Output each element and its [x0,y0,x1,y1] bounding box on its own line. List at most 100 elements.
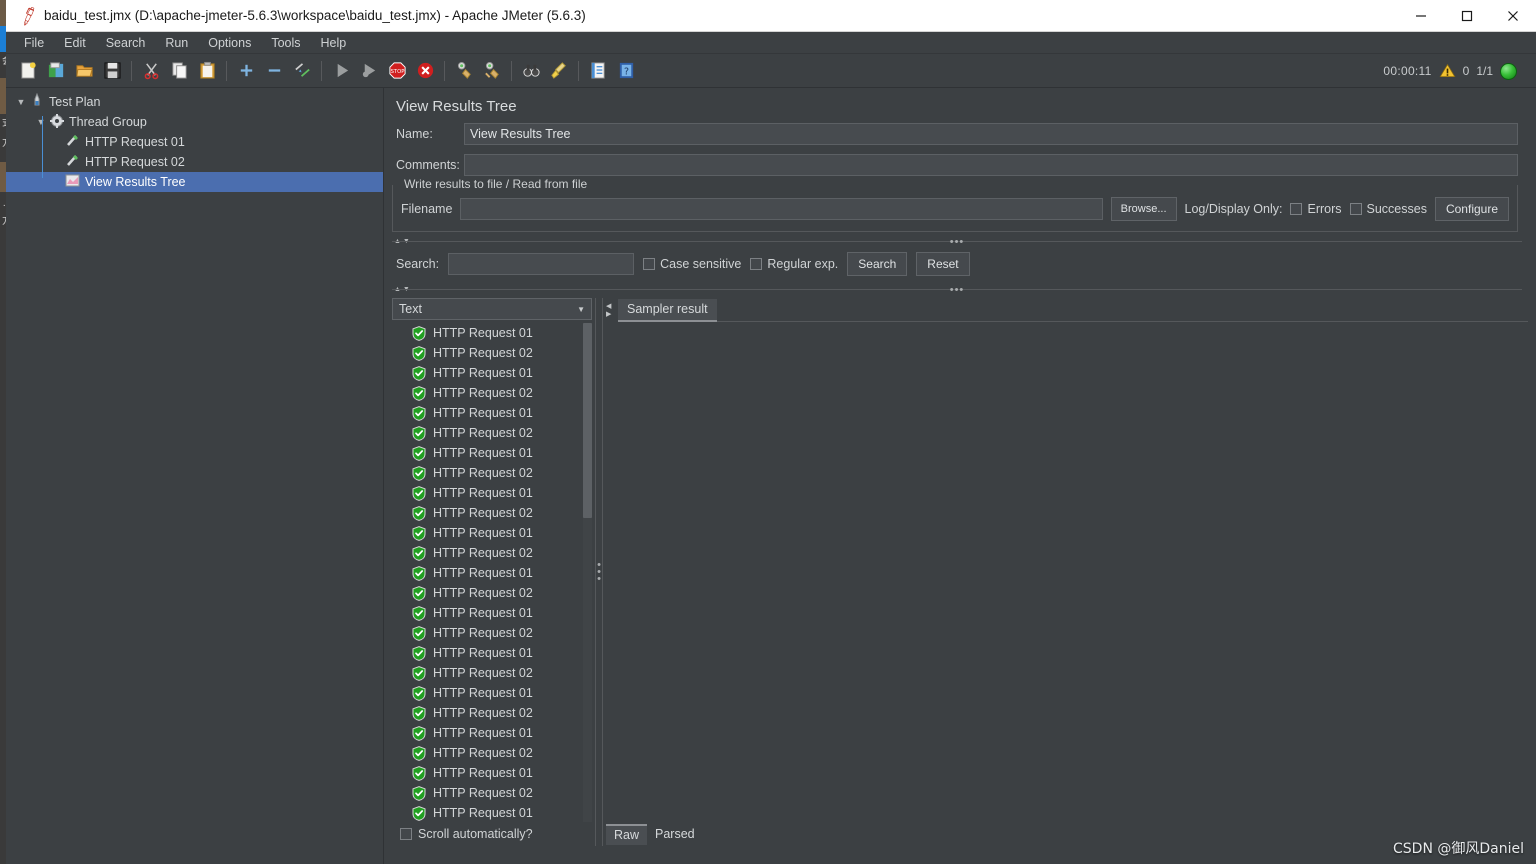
result-list-item[interactable]: HTTP Request 02 [392,383,592,403]
result-list-scroll-thumb[interactable] [583,323,592,518]
successes-checkbox[interactable] [1349,203,1362,215]
close-icon[interactable] [1490,0,1536,32]
new-document-icon[interactable] [14,57,42,85]
result-list-item[interactable]: HTTP Request 02 [392,783,592,803]
shutdown-x-icon[interactable] [411,57,439,85]
splitter-grip-icon[interactable]: ••• [950,284,965,295]
stop-sign-icon[interactable]: STOP [383,57,411,85]
errors-checkbox[interactable] [1290,203,1303,215]
menu-item-run[interactable]: Run [155,34,198,52]
tab-sampler-result[interactable]: Sampler result [618,299,717,322]
minus-icon[interactable] [260,57,288,85]
renderer-combo[interactable]: Text ▼ [392,298,592,320]
result-list-item[interactable]: HTTP Request 01 [392,403,592,423]
tree-node-view-results-tree[interactable]: View Results Tree [6,172,383,192]
search-input[interactable] [448,253,635,275]
clear-all-broom-icon[interactable] [478,57,506,85]
scroll-automatically-checkbox[interactable] [400,828,412,840]
toggle-pencil-icon[interactable] [288,57,316,85]
result-list-item[interactable]: HTTP Request 01 [392,803,592,822]
result-list-item[interactable]: HTTP Request 01 [392,723,592,743]
tab-raw[interactable]: Raw [606,823,648,845]
result-list-item[interactable]: HTTP Request 02 [392,623,592,643]
result-list-item[interactable]: HTTP Request 01 [392,323,592,343]
open-folder-icon[interactable] [70,57,98,85]
warning-triangle-icon[interactable] [1439,63,1456,79]
maximize-icon[interactable] [1444,0,1490,32]
tree-node-http-request-01[interactable]: HTTP Request 01 [6,132,383,152]
splitter-results[interactable]: ▲▼ ••• [392,283,1522,296]
reset-broom-icon[interactable] [545,57,573,85]
search-button[interactable]: Search [847,252,908,276]
scroll-automatically-wrap[interactable]: Scroll automatically? [392,822,592,846]
result-list-item[interactable]: HTTP Request 02 [392,743,592,763]
result-list-item[interactable]: HTTP Request 01 [392,563,592,583]
clipboard-icon[interactable] [193,57,221,85]
plus-icon[interactable] [232,57,260,85]
scissors-icon[interactable] [137,57,165,85]
regular-exp-checkbox[interactable] [750,258,763,270]
result-list-item[interactable]: HTTP Request 02 [392,583,592,603]
chevron-down-icon[interactable]: ▼ [34,117,48,127]
menu-item-options[interactable]: Options [198,34,261,52]
errors-checkbox-wrap[interactable]: Errors [1290,202,1342,216]
help-book-icon[interactable]: ? [612,57,640,85]
clear-broom-icon[interactable] [450,57,478,85]
splitter-search[interactable]: ▲▼ ••• [392,235,1522,248]
filename-input[interactable] [460,198,1103,220]
chevron-down-icon[interactable]: ▼ [14,97,28,107]
function-list-icon[interactable] [584,57,612,85]
name-input[interactable]: View Results Tree [464,123,1518,145]
result-list-item[interactable]: HTTP Request 02 [392,503,592,523]
result-list-item[interactable]: HTTP Request 02 [392,423,592,443]
configure-button[interactable]: Configure [1434,197,1509,221]
chevron-down-icon[interactable]: ▼ [577,305,585,314]
result-list-item[interactable]: HTTP Request 02 [392,703,592,723]
play-icon[interactable] [327,57,355,85]
result-list-item[interactable]: HTTP Request 01 [392,683,592,703]
tab-parsed[interactable]: Parsed [647,825,703,844]
case-sensitive-checkbox[interactable] [643,258,656,270]
minimize-icon[interactable] [1398,0,1444,32]
result-list-item[interactable]: HTTP Request 01 [392,643,592,663]
result-list-item[interactable]: HTTP Request 01 [392,363,592,383]
regular-exp-wrap[interactable]: Regular exp. [750,257,838,271]
splitter-grip-icon[interactable]: ••• [950,236,965,247]
results-vertical-splitter[interactable]: • • • [592,298,606,846]
sampler-result-content[interactable] [606,322,1528,822]
menu-item-file[interactable]: File [14,34,54,52]
result-list-item[interactable]: HTTP Request 01 [392,523,592,543]
comments-input[interactable] [464,154,1518,176]
save-disk-icon[interactable] [98,57,126,85]
success-shield-icon [412,405,426,421]
result-list-item[interactable]: HTTP Request 01 [392,603,592,623]
copy-icon[interactable] [165,57,193,85]
result-list-item[interactable]: HTTP Request 02 [392,463,592,483]
tab-scroll-arrows[interactable]: ◀ ▶ [606,300,616,322]
case-sensitive-wrap[interactable]: Case sensitive [643,257,741,271]
result-list-item[interactable]: HTTP Request 01 [392,483,592,503]
play-no-pause-icon[interactable] [355,57,383,85]
result-list-item[interactable]: HTTP Request 01 [392,763,592,783]
result-list-item[interactable]: HTTP Request 02 [392,543,592,563]
menu-item-tools[interactable]: Tools [261,34,310,52]
splitter-grip-icon[interactable]: ••• [597,559,601,584]
tree-node-thread-group[interactable]: ▼ Thread Group [6,112,383,132]
tree-node-test-plan[interactable]: ▼ Test Plan [6,92,383,112]
browse-button[interactable]: Browse... [1110,197,1177,221]
reset-button[interactable]: Reset [916,252,970,276]
chevron-left-icon[interactable]: ◀ [606,303,616,311]
menu-item-search[interactable]: Search [96,34,156,52]
menu-item-edit[interactable]: Edit [54,34,96,52]
result-list-item[interactable]: HTTP Request 02 [392,663,592,683]
result-list-scrollbar[interactable] [583,323,592,822]
binoculars-icon[interactable] [517,57,545,85]
menu-item-help[interactable]: Help [311,34,357,52]
successes-checkbox-wrap[interactable]: Successes [1349,202,1427,216]
templates-icon[interactable] [42,57,70,85]
result-list-item[interactable]: HTTP Request 01 [392,443,592,463]
result-list-item[interactable]: HTTP Request 02 [392,343,592,363]
chevron-right-icon[interactable]: ▶ [606,311,616,319]
tree-node-http-request-02[interactable]: HTTP Request 02 [6,152,383,172]
result-list[interactable]: HTTP Request 01 HTTP Request 02 HTTP Reque… [392,323,592,822]
